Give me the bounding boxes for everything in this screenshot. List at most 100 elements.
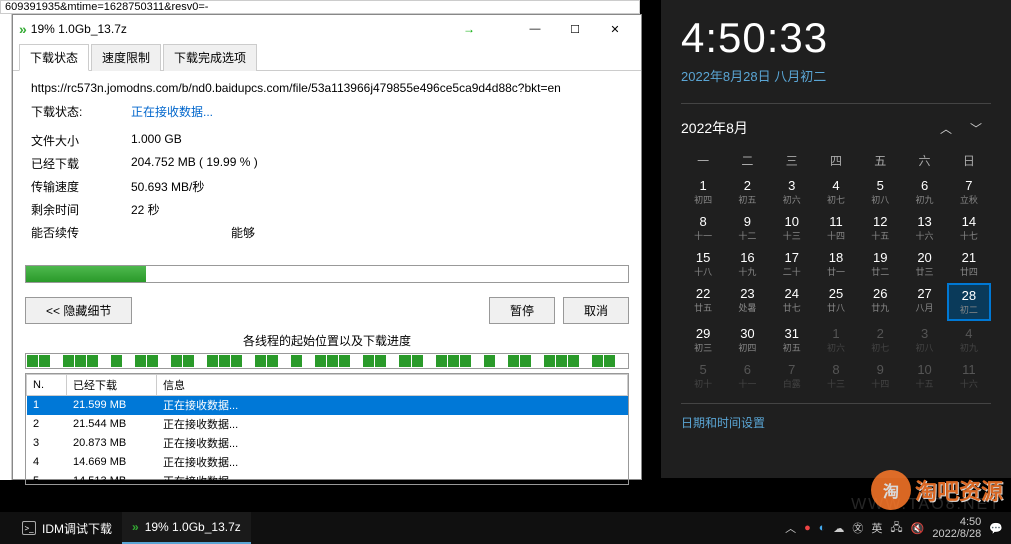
calendar-day[interactable]: 23处暑 [725,283,769,321]
calendar-day[interactable]: 11十六 [947,359,991,393]
value-remaining: 22 秒 [131,201,623,218]
terminal-icon: >_ [22,521,36,535]
date-time-settings-link[interactable]: 日期和时间设置 [681,403,991,431]
status-panel: https://rc573n.jomodns.com/b/nd0.baidupc… [13,71,641,257]
calendar-day[interactable]: 7立秋 [947,175,991,209]
col-n[interactable]: N. [27,375,67,396]
value-status: 正在接收数据... [131,103,623,120]
threads-table: N. 已经下载 信息 121.599 MB正在接收数据...221.544 MB… [25,373,629,485]
table-row[interactable]: 514.513 MB正在接收数据... [27,472,628,486]
calendar-day[interactable]: 9十四 [858,359,902,393]
calendar-day[interactable]: 10十五 [902,359,946,393]
tab-speed-limit[interactable]: 速度限制 [91,44,161,71]
calendar-day[interactable]: 1初四 [681,175,725,209]
calendar-day[interactable]: 11十四 [814,211,858,245]
calendar-day[interactable]: 10十三 [770,211,814,245]
calendar-day[interactable]: 18廿一 [814,247,858,281]
calendar-day[interactable]: 6十一 [725,359,769,393]
maximize-button[interactable]: ☐ [555,19,595,39]
calendar-day[interactable]: 7白露 [770,359,814,393]
tray-input-icon[interactable]: ㉆ [852,520,863,536]
calendar-day[interactable]: 6初九 [902,175,946,209]
calendar-day[interactable]: 24廿七 [770,283,814,321]
calendar-month-label[interactable]: 2022年8月 [681,118,931,138]
calendar-day[interactable]: 3初六 [770,175,814,209]
calendar-day[interactable]: 8十一 [681,211,725,245]
tray-app-icon[interactable]: ☁ [833,522,844,535]
calendar-day[interactable]: 21廿四 [947,247,991,281]
calendar-day[interactable]: 2初五 [725,175,769,209]
calendar-day[interactable]: 12十五 [858,211,902,245]
clock-date[interactable]: 2022年8月28日 八月初二 [681,66,991,85]
threads-caption: 各线程的起始位置以及下载进度 [13,330,641,351]
tray-app-icon[interactable]: ● [804,522,811,534]
value-speed: 50.693 MB/秒 [131,178,623,195]
calendar-day[interactable]: 17二十 [770,247,814,281]
taskbar-item-label: 19% 1.0Gb_13.7z [145,520,241,534]
calendar-day[interactable]: 15十八 [681,247,725,281]
calendar-day[interactable]: 28初二 [947,283,991,321]
value-downloaded: 204.752 MB ( 19.99 % ) [131,155,623,172]
calendar-day[interactable]: 9十二 [725,211,769,245]
tray-date-text: 2022/8/28 [932,528,981,540]
label-resume: 能否续传 [31,224,131,241]
calendar-day[interactable]: 25廿八 [814,283,858,321]
tray-app-icon[interactable]: ◐ [819,522,826,534]
idm-download-dialog: » 19% 1.0Gb_13.7z → — ☐ ✕ 下载状态 速度限制 下载完成… [12,14,642,480]
tray-volume-icon[interactable]: 🔇 [911,522,925,535]
idm-icon: » [19,21,27,37]
value-resume: 能够 [131,224,623,241]
table-row[interactable]: 414.669 MB正在接收数据... [27,453,628,472]
watermark: 淘 淘吧资源 [871,470,1003,510]
calendar-day[interactable]: 31初五 [770,323,814,357]
table-row[interactable]: 121.599 MB正在接收数据... [27,396,628,415]
hide-details-button[interactable]: << 隐藏细节 [25,297,132,324]
close-button[interactable]: ✕ [595,19,635,39]
calendar-day[interactable]: 20廿三 [902,247,946,281]
calendar-day[interactable]: 5初十 [681,359,725,393]
download-arrow-icon: → [463,22,475,36]
table-row[interactable]: 221.544 MB正在接收数据... [27,415,628,434]
tray-clock[interactable]: 4:50 2022/8/28 [932,516,981,540]
value-size: 1.000 GB [131,132,623,149]
calendar-day[interactable]: 4初七 [814,175,858,209]
col-info[interactable]: 信息 [157,375,628,396]
tray-ime-icon[interactable]: 英 [871,520,882,536]
calendar-day[interactable]: 30初四 [725,323,769,357]
calendar-day[interactable]: 29初三 [681,323,725,357]
taskbar-item-terminal[interactable]: >_ IDM调试下载 [12,512,122,544]
calendar-day[interactable]: 22廿五 [681,283,725,321]
idm-taskbar-icon: » [132,520,139,534]
calendar-day[interactable]: 27八月 [902,283,946,321]
calendar-day[interactable]: 2初七 [858,323,902,357]
calendar-day[interactable]: 26廿九 [858,283,902,321]
cancel-button[interactable]: 取消 [563,297,629,324]
weekday-header: 五 [858,148,902,173]
tab-complete-options[interactable]: 下载完成选项 [163,44,257,71]
calendar-next-button[interactable]: ﹀ [961,120,991,137]
calendar-prev-button[interactable]: ︿ [931,120,961,137]
table-row[interactable]: 320.873 MB正在接收数据... [27,434,628,453]
minimize-button[interactable]: — [515,19,555,39]
pause-button[interactable]: 暂停 [489,297,555,324]
taskbar-item-idm[interactable]: » 19% 1.0Gb_13.7z [122,512,251,544]
tray-network-icon[interactable]: 🖧 [890,519,902,538]
calendar-day[interactable]: 8十三 [814,359,858,393]
calendar-day[interactable]: 13十六 [902,211,946,245]
calendar-day[interactable]: 16十九 [725,247,769,281]
calendar-day[interactable]: 5初八 [858,175,902,209]
calendar-day[interactable]: 19廿二 [858,247,902,281]
tray-notifications-icon[interactable]: 💬 [989,522,1003,535]
tray-time: 4:50 [932,516,981,528]
calendar-day[interactable]: 14十七 [947,211,991,245]
calendar-day[interactable]: 3初八 [902,323,946,357]
progress-bar [25,265,629,283]
threads-segment-bar [25,353,629,369]
calendar-day[interactable]: 1初六 [814,323,858,357]
col-downloaded[interactable]: 已经下载 [67,375,157,396]
tab-download-status[interactable]: 下载状态 [19,44,89,71]
weekday-header: 四 [814,148,858,173]
titlebar[interactable]: » 19% 1.0Gb_13.7z → — ☐ ✕ [13,15,641,43]
tray-chevron-icon[interactable]: ︿ [785,520,796,536]
calendar-day[interactable]: 4初九 [947,323,991,357]
